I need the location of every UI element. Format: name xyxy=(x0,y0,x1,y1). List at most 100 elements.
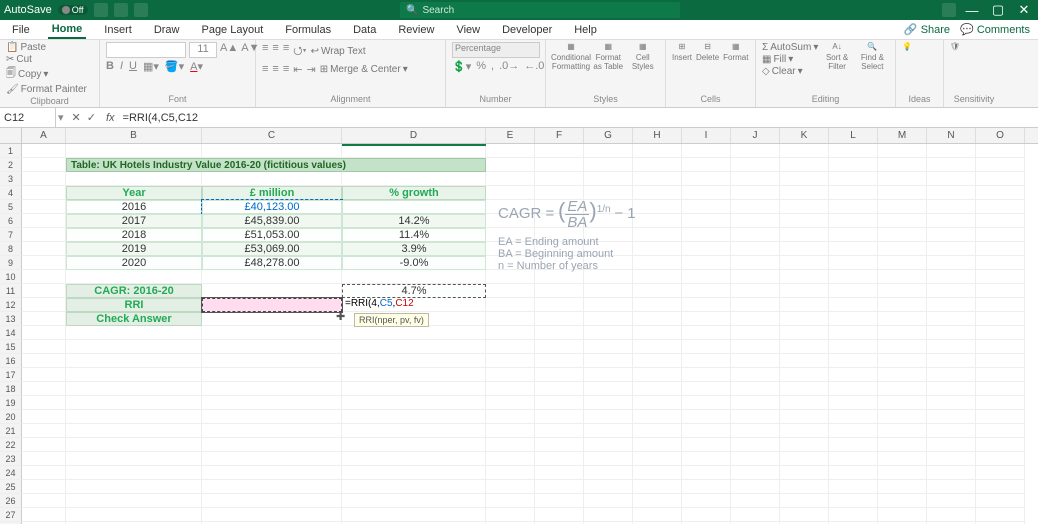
cell[interactable] xyxy=(731,438,780,452)
cell[interactable] xyxy=(486,368,535,382)
cell[interactable] xyxy=(202,438,342,452)
paste-button[interactable]: 📋 Paste xyxy=(6,42,46,53)
cell[interactable] xyxy=(66,368,202,382)
cell[interactable] xyxy=(682,312,731,326)
cell[interactable] xyxy=(22,396,66,410)
cell[interactable] xyxy=(633,228,682,242)
cell[interactable] xyxy=(682,284,731,298)
cell[interactable] xyxy=(486,438,535,452)
cell[interactable] xyxy=(780,340,829,354)
cell[interactable] xyxy=(927,452,976,466)
cell[interactable] xyxy=(829,452,878,466)
cell[interactable] xyxy=(731,396,780,410)
minimize-button[interactable]: — xyxy=(962,3,982,18)
cell[interactable] xyxy=(202,256,342,270)
cell[interactable] xyxy=(633,312,682,326)
indent-decrease-icon[interactable]: ⇤ xyxy=(293,63,302,76)
cell[interactable] xyxy=(682,144,731,158)
cell[interactable] xyxy=(202,158,342,172)
cell[interactable] xyxy=(731,270,780,284)
cell[interactable] xyxy=(976,452,1025,466)
cell[interactable] xyxy=(66,256,202,270)
cell[interactable] xyxy=(829,214,878,228)
cell[interactable] xyxy=(976,256,1025,270)
cell[interactable] xyxy=(66,214,202,228)
ribbon-display-icon[interactable] xyxy=(942,3,956,17)
cell[interactable] xyxy=(633,480,682,494)
cell[interactable] xyxy=(202,410,342,424)
cell[interactable] xyxy=(22,298,66,312)
cell[interactable] xyxy=(682,368,731,382)
cell[interactable] xyxy=(22,242,66,256)
cell[interactable] xyxy=(584,424,633,438)
sensitivity-button[interactable]: 🛡 xyxy=(950,42,960,51)
copy-button[interactable]: 🗐 Copy ▾ xyxy=(6,66,48,83)
cell[interactable] xyxy=(342,200,486,214)
cell[interactable] xyxy=(342,144,486,158)
cell[interactable] xyxy=(633,242,682,256)
row-header[interactable]: 18 xyxy=(0,382,22,396)
cell[interactable] xyxy=(633,144,682,158)
cell[interactable] xyxy=(633,508,682,522)
cell[interactable] xyxy=(976,200,1025,214)
cell[interactable] xyxy=(22,354,66,368)
cell[interactable] xyxy=(878,452,927,466)
cell[interactable] xyxy=(535,158,584,172)
cell[interactable] xyxy=(22,200,66,214)
border-button[interactable]: ▦▾ xyxy=(143,60,159,73)
cell[interactable] xyxy=(878,368,927,382)
cell[interactable] xyxy=(633,326,682,340)
cell[interactable] xyxy=(66,228,202,242)
cell[interactable] xyxy=(780,256,829,270)
worksheet-grid[interactable]: A B C D E F G H I J K L M N O 1234567891… xyxy=(0,128,1038,524)
cell[interactable] xyxy=(731,340,780,354)
cell[interactable] xyxy=(342,326,486,340)
cell[interactable] xyxy=(584,158,633,172)
cell[interactable] xyxy=(731,186,780,200)
row-header[interactable]: 11 xyxy=(0,284,22,298)
cell[interactable] xyxy=(878,270,927,284)
cell[interactable] xyxy=(927,158,976,172)
cell[interactable] xyxy=(878,326,927,340)
cell[interactable] xyxy=(202,480,342,494)
cell[interactable] xyxy=(22,340,66,354)
save-icon[interactable] xyxy=(94,3,108,17)
cell[interactable] xyxy=(633,186,682,200)
cell[interactable] xyxy=(66,172,202,186)
indent-increase-icon[interactable]: ⇥ xyxy=(306,63,315,76)
ideas-button[interactable]: 💡 xyxy=(902,42,912,51)
cell[interactable] xyxy=(927,144,976,158)
cell[interactable] xyxy=(976,396,1025,410)
cell[interactable] xyxy=(22,228,66,242)
cell[interactable] xyxy=(682,214,731,228)
cell[interactable] xyxy=(202,382,342,396)
cell[interactable] xyxy=(22,494,66,508)
cell[interactable] xyxy=(927,466,976,480)
cell[interactable] xyxy=(584,326,633,340)
row-header[interactable]: 25 xyxy=(0,480,22,494)
cell[interactable] xyxy=(342,340,486,354)
cell[interactable] xyxy=(829,480,878,494)
cell[interactable] xyxy=(731,508,780,522)
row-header[interactable]: 19 xyxy=(0,396,22,410)
cell[interactable] xyxy=(584,340,633,354)
cell[interactable] xyxy=(22,144,66,158)
cell[interactable] xyxy=(976,410,1025,424)
font-family-select[interactable] xyxy=(106,42,186,58)
cell[interactable] xyxy=(22,312,66,326)
number-format-select[interactable]: Percentage xyxy=(452,42,540,58)
cell[interactable] xyxy=(780,466,829,480)
cell[interactable] xyxy=(878,158,927,172)
cell[interactable] xyxy=(486,326,535,340)
cell[interactable] xyxy=(731,214,780,228)
cell[interactable] xyxy=(66,186,202,200)
cell[interactable] xyxy=(633,270,682,284)
cell[interactable] xyxy=(342,186,486,200)
cell[interactable] xyxy=(66,452,202,466)
cell[interactable] xyxy=(202,284,342,298)
cell[interactable] xyxy=(780,424,829,438)
cell[interactable] xyxy=(731,284,780,298)
wrap-text-button[interactable]: ↩ Wrap Text xyxy=(311,42,366,61)
cell[interactable] xyxy=(731,172,780,186)
cell[interactable] xyxy=(535,284,584,298)
